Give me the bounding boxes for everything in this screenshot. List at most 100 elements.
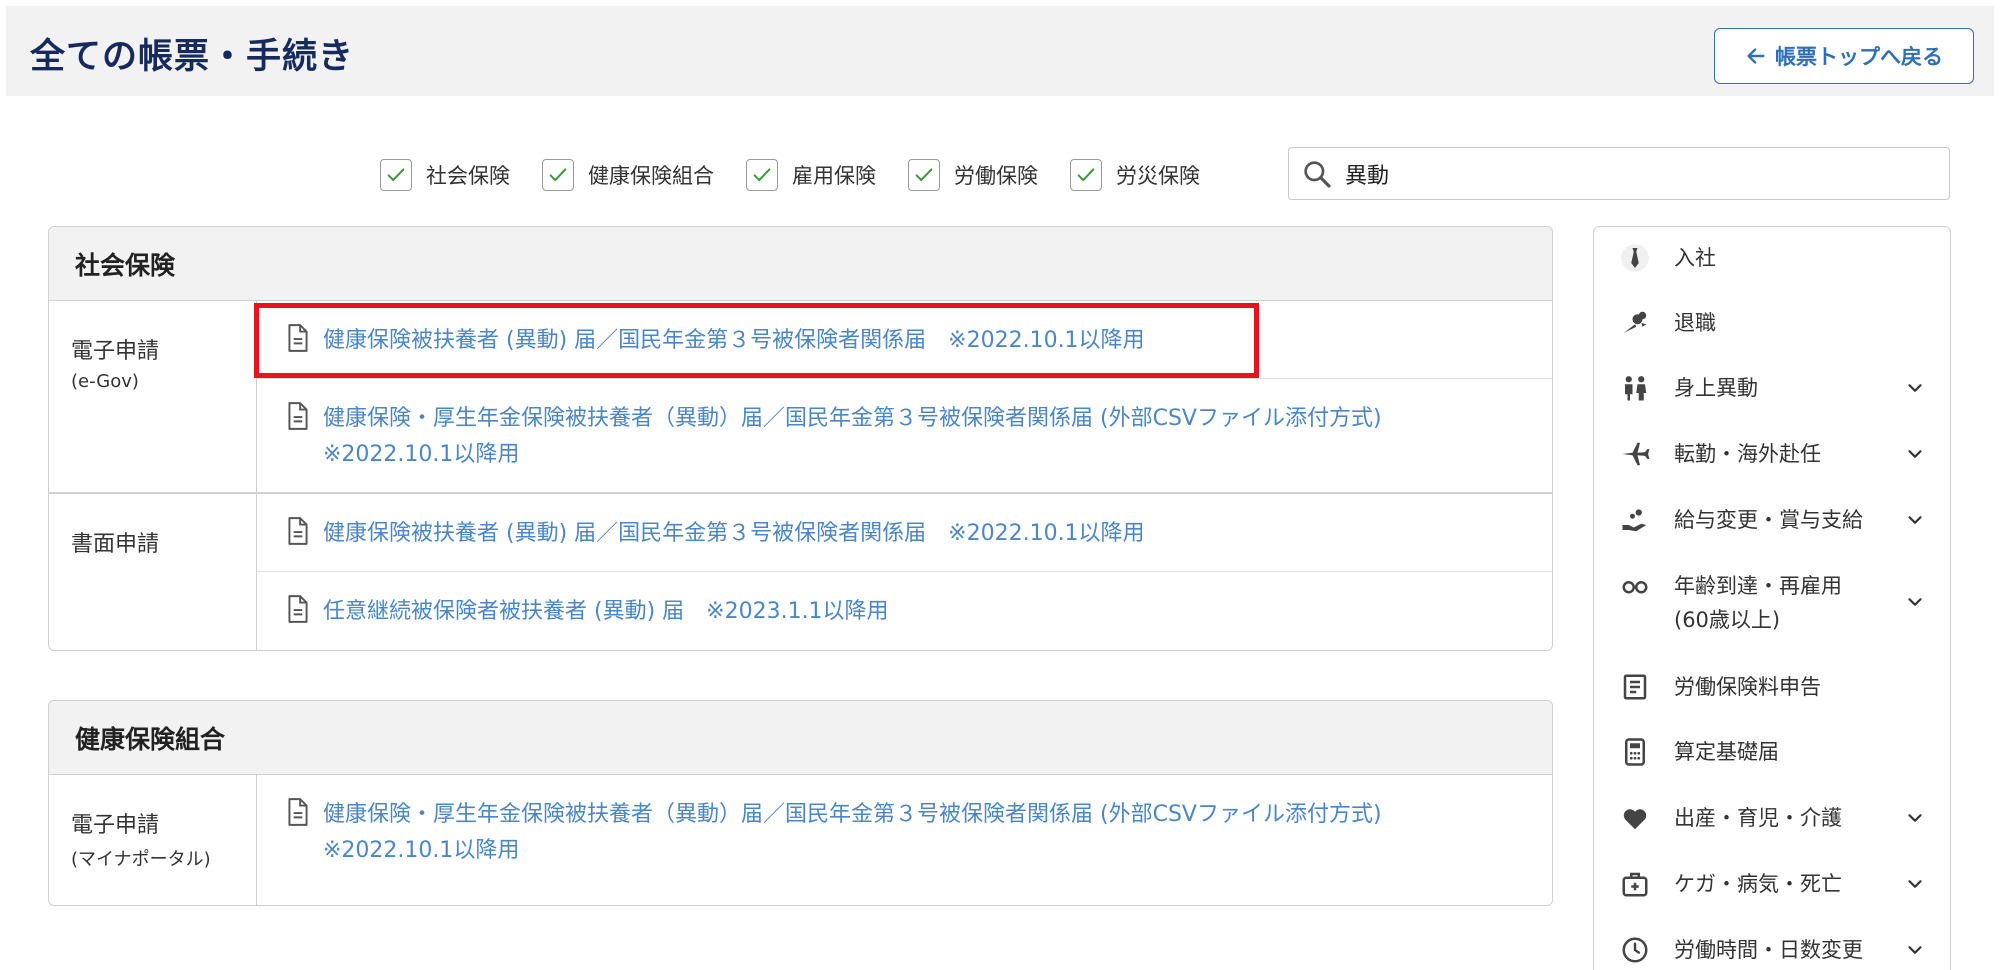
sidebar-item-joining[interactable]: 入社 xyxy=(1594,241,1950,275)
form-link-row[interactable]: 健康保険・厚生年金保険被扶養者（異動）届／国民年金第３号被保険者関係届 (外部C… xyxy=(257,775,1552,905)
group-links: 健康保険被扶養者 (異動) 届／国民年金第３号被保険者関係届 ※2022.10.… xyxy=(257,494,1552,650)
group-label-sub: (e-Gov) xyxy=(71,371,139,392)
sidebar-item-label: 労働時間・日数変更 xyxy=(1674,938,1863,962)
checkbox[interactable] xyxy=(908,159,940,191)
form-link-note[interactable]: ※2022.10.1以降用 xyxy=(323,833,1382,869)
back-button-label: 帳票トップへ戻る xyxy=(1775,45,1943,69)
check-icon xyxy=(549,168,567,182)
group-paper-application: 書面申請 健康保険被扶養者 (異動) 届／国民年金第３号被保険者関係届 ※202… xyxy=(49,494,1552,650)
chevron-down-icon[interactable] xyxy=(1904,873,1926,895)
filter-health-insurance-union[interactable]: 健康保険組合 xyxy=(542,159,714,191)
sidebar-item-label: 年齢到達・再雇用 xyxy=(1674,574,1842,598)
sidebar-item-calculation-basis[interactable]: 算定基礎届 xyxy=(1594,735,1950,769)
first-aid-kit-icon xyxy=(1622,872,1648,897)
sidebar-item-sublabel: (60歳以上) xyxy=(1674,608,1781,632)
form-link-note[interactable]: ※2022.10.1以降用 xyxy=(323,437,1382,473)
chevron-down-icon[interactable] xyxy=(1904,939,1926,961)
search-input[interactable] xyxy=(1345,161,1925,186)
sidebar-item-label: ケガ・病気・死亡 xyxy=(1674,872,1842,896)
salary-hand-icon xyxy=(1622,509,1647,532)
form-link[interactable]: 健康保険・厚生年金保険被扶養者（異動）届／国民年金第３号被保険者関係届 (外部C… xyxy=(323,797,1382,833)
sidebar-item-label: 退職 xyxy=(1674,311,1716,335)
clock-icon xyxy=(1622,937,1648,963)
sidebar-item-label: 転勤・海外赴任 xyxy=(1674,442,1821,466)
sidebar-item-salary-bonus[interactable]: 給与変更・賞与支給 xyxy=(1594,503,1950,537)
checkbox[interactable] xyxy=(746,159,778,191)
filter-labor-insurance[interactable]: 労働保険 xyxy=(908,159,1038,191)
section-title: 健康保険組合 xyxy=(49,701,1552,775)
glasses-icon xyxy=(1622,581,1648,594)
search-box xyxy=(1288,147,1950,200)
page-title: 全ての帳票・手続き xyxy=(30,37,355,77)
sidebar-item-label: 出産・育児・介護 xyxy=(1674,806,1842,830)
group-label: 電子申請 (e-Gov) xyxy=(49,301,257,492)
sidebar-item-working-hours-change[interactable]: 労働時間・日数変更 xyxy=(1594,933,1950,967)
filter-label: 社会保険 xyxy=(426,164,510,188)
chevron-down-icon[interactable] xyxy=(1904,377,1926,399)
bouquet-icon xyxy=(1623,311,1647,333)
checkbox[interactable] xyxy=(380,159,412,191)
category-sidebar: 入社 退職 身上異動 転勤・海外赴任 給与変更・賞与支給 年齢到達・再雇用 (6… xyxy=(1593,226,1951,970)
document-lines-icon xyxy=(1623,674,1647,700)
sidebar-item-label: 給与変更・賞与支給 xyxy=(1674,508,1863,532)
group-links: 健康保険・厚生年金保険被扶養者（異動）届／国民年金第３号被保険者関係届 (外部C… xyxy=(257,775,1552,905)
sidebar-item-label: 労働保険料申告 xyxy=(1674,675,1821,699)
checkbox[interactable] xyxy=(1070,159,1102,191)
form-link[interactable]: 健康保険被扶養者 (異動) 届／国民年金第３号被保険者関係届 ※2022.10.… xyxy=(323,516,1145,552)
page-header: 全ての帳票・手続き 帳票トップへ戻る xyxy=(6,6,1994,96)
sidebar-item-age-reemployment[interactable]: 年齢到達・再雇用 (60歳以上) xyxy=(1594,569,1950,637)
group-links: 健康保険被扶養者 (異動) 届／国民年金第３号被保険者関係届 ※2022.10.… xyxy=(257,301,1552,492)
check-icon xyxy=(915,168,933,182)
form-link-row[interactable]: 任意継続被保険者被扶養者 (異動) 届 ※2023.1.1以降用 xyxy=(257,572,1552,650)
document-icon xyxy=(288,517,308,545)
chevron-down-icon[interactable] xyxy=(1904,443,1926,465)
chevron-down-icon[interactable] xyxy=(1904,807,1926,829)
sidebar-item-transfer-overseas[interactable]: 転勤・海外赴任 xyxy=(1594,437,1950,471)
filter-employment-insurance[interactable]: 雇用保険 xyxy=(746,159,876,191)
couple-icon xyxy=(1625,376,1647,401)
group-electronic-application: 電子申請 (e-Gov) 健康保険被扶養者 (異動) 届／国民年金第３号被保険者… xyxy=(49,301,1552,494)
filter-label: 健康保険組合 xyxy=(588,164,714,188)
necktie-icon xyxy=(1621,244,1649,272)
airplane-icon xyxy=(1622,442,1650,466)
sidebar-item-personal-change[interactable]: 身上異動 xyxy=(1594,371,1950,405)
filter-label: 労災保険 xyxy=(1116,164,1200,188)
form-link[interactable]: 健康保険・厚生年金保険被扶養者（異動）届／国民年金第３号被保険者関係届 (外部C… xyxy=(323,401,1382,437)
checkbox[interactable] xyxy=(542,159,574,191)
sidebar-item-labor-insurance-declaration[interactable]: 労働保険料申告 xyxy=(1594,670,1950,704)
arrow-left-icon xyxy=(1747,48,1765,64)
form-link[interactable]: 任意継続被保険者被扶養者 (異動) 届 ※2023.1.1以降用 xyxy=(323,594,889,630)
form-link-row[interactable]: 健康保険・厚生年金保険被扶養者（異動）届／国民年金第３号被保険者関係届 (外部C… xyxy=(257,379,1552,492)
section-social-insurance: 社会保険 電子申請 (e-Gov) 健康保険被扶養者 (異動) 届／国民年金第３… xyxy=(48,226,1553,651)
group-label-sub: (マイナポータル) xyxy=(71,849,211,870)
sidebar-item-label: 身上異動 xyxy=(1674,376,1758,400)
document-icon xyxy=(288,324,308,352)
check-icon xyxy=(753,168,771,182)
sidebar-item-childbirth-care[interactable]: 出産・育児・介護 xyxy=(1594,801,1950,835)
group-label-main: 電子申請 xyxy=(71,339,160,364)
group-label-main: 電子申請 xyxy=(71,813,160,838)
form-link-row[interactable]: 健康保険被扶養者 (異動) 届／国民年金第３号被保険者関係届 ※2022.10.… xyxy=(257,301,1552,379)
group-label-main: 書面申請 xyxy=(71,532,160,557)
group-label: 書面申請 xyxy=(49,494,257,650)
back-to-forms-top-button[interactable]: 帳票トップへ戻る xyxy=(1714,28,1974,84)
sidebar-item-label: 算定基礎届 xyxy=(1674,740,1779,764)
filter-bar: 社会保険 健康保険組合 雇用保険 労働保険 労災保険 xyxy=(380,150,1232,200)
form-link[interactable]: 健康保険被扶養者 (異動) 届／国民年金第３号被保険者関係届 ※2022.10.… xyxy=(323,323,1145,359)
group-electronic-application: 電子申請 (マイナポータル) 健康保険・厚生年金保険被扶養者（異動）届／国民年金… xyxy=(49,775,1552,905)
section-health-insurance-union: 健康保険組合 電子申請 (マイナポータル) 健康保険・厚生年金保険被扶養者（異動… xyxy=(48,700,1553,906)
sidebar-item-retirement[interactable]: 退職 xyxy=(1594,306,1950,340)
filter-label: 雇用保険 xyxy=(792,164,876,188)
chevron-down-icon[interactable] xyxy=(1904,509,1926,531)
document-icon xyxy=(288,595,308,623)
section-title: 社会保険 xyxy=(49,227,1552,301)
filter-workers-accident-insurance[interactable]: 労災保険 xyxy=(1070,159,1200,191)
document-icon xyxy=(288,402,308,430)
sidebar-item-injury-illness-death[interactable]: ケガ・病気・死亡 xyxy=(1594,867,1950,901)
filter-social-insurance[interactable]: 社会保険 xyxy=(380,159,510,191)
chevron-down-icon[interactable] xyxy=(1904,591,1926,613)
check-icon xyxy=(387,168,405,182)
filter-label: 労働保険 xyxy=(954,164,1038,188)
document-icon xyxy=(288,798,308,826)
form-link-row[interactable]: 健康保険被扶養者 (異動) 届／国民年金第３号被保険者関係届 ※2022.10.… xyxy=(257,494,1552,572)
